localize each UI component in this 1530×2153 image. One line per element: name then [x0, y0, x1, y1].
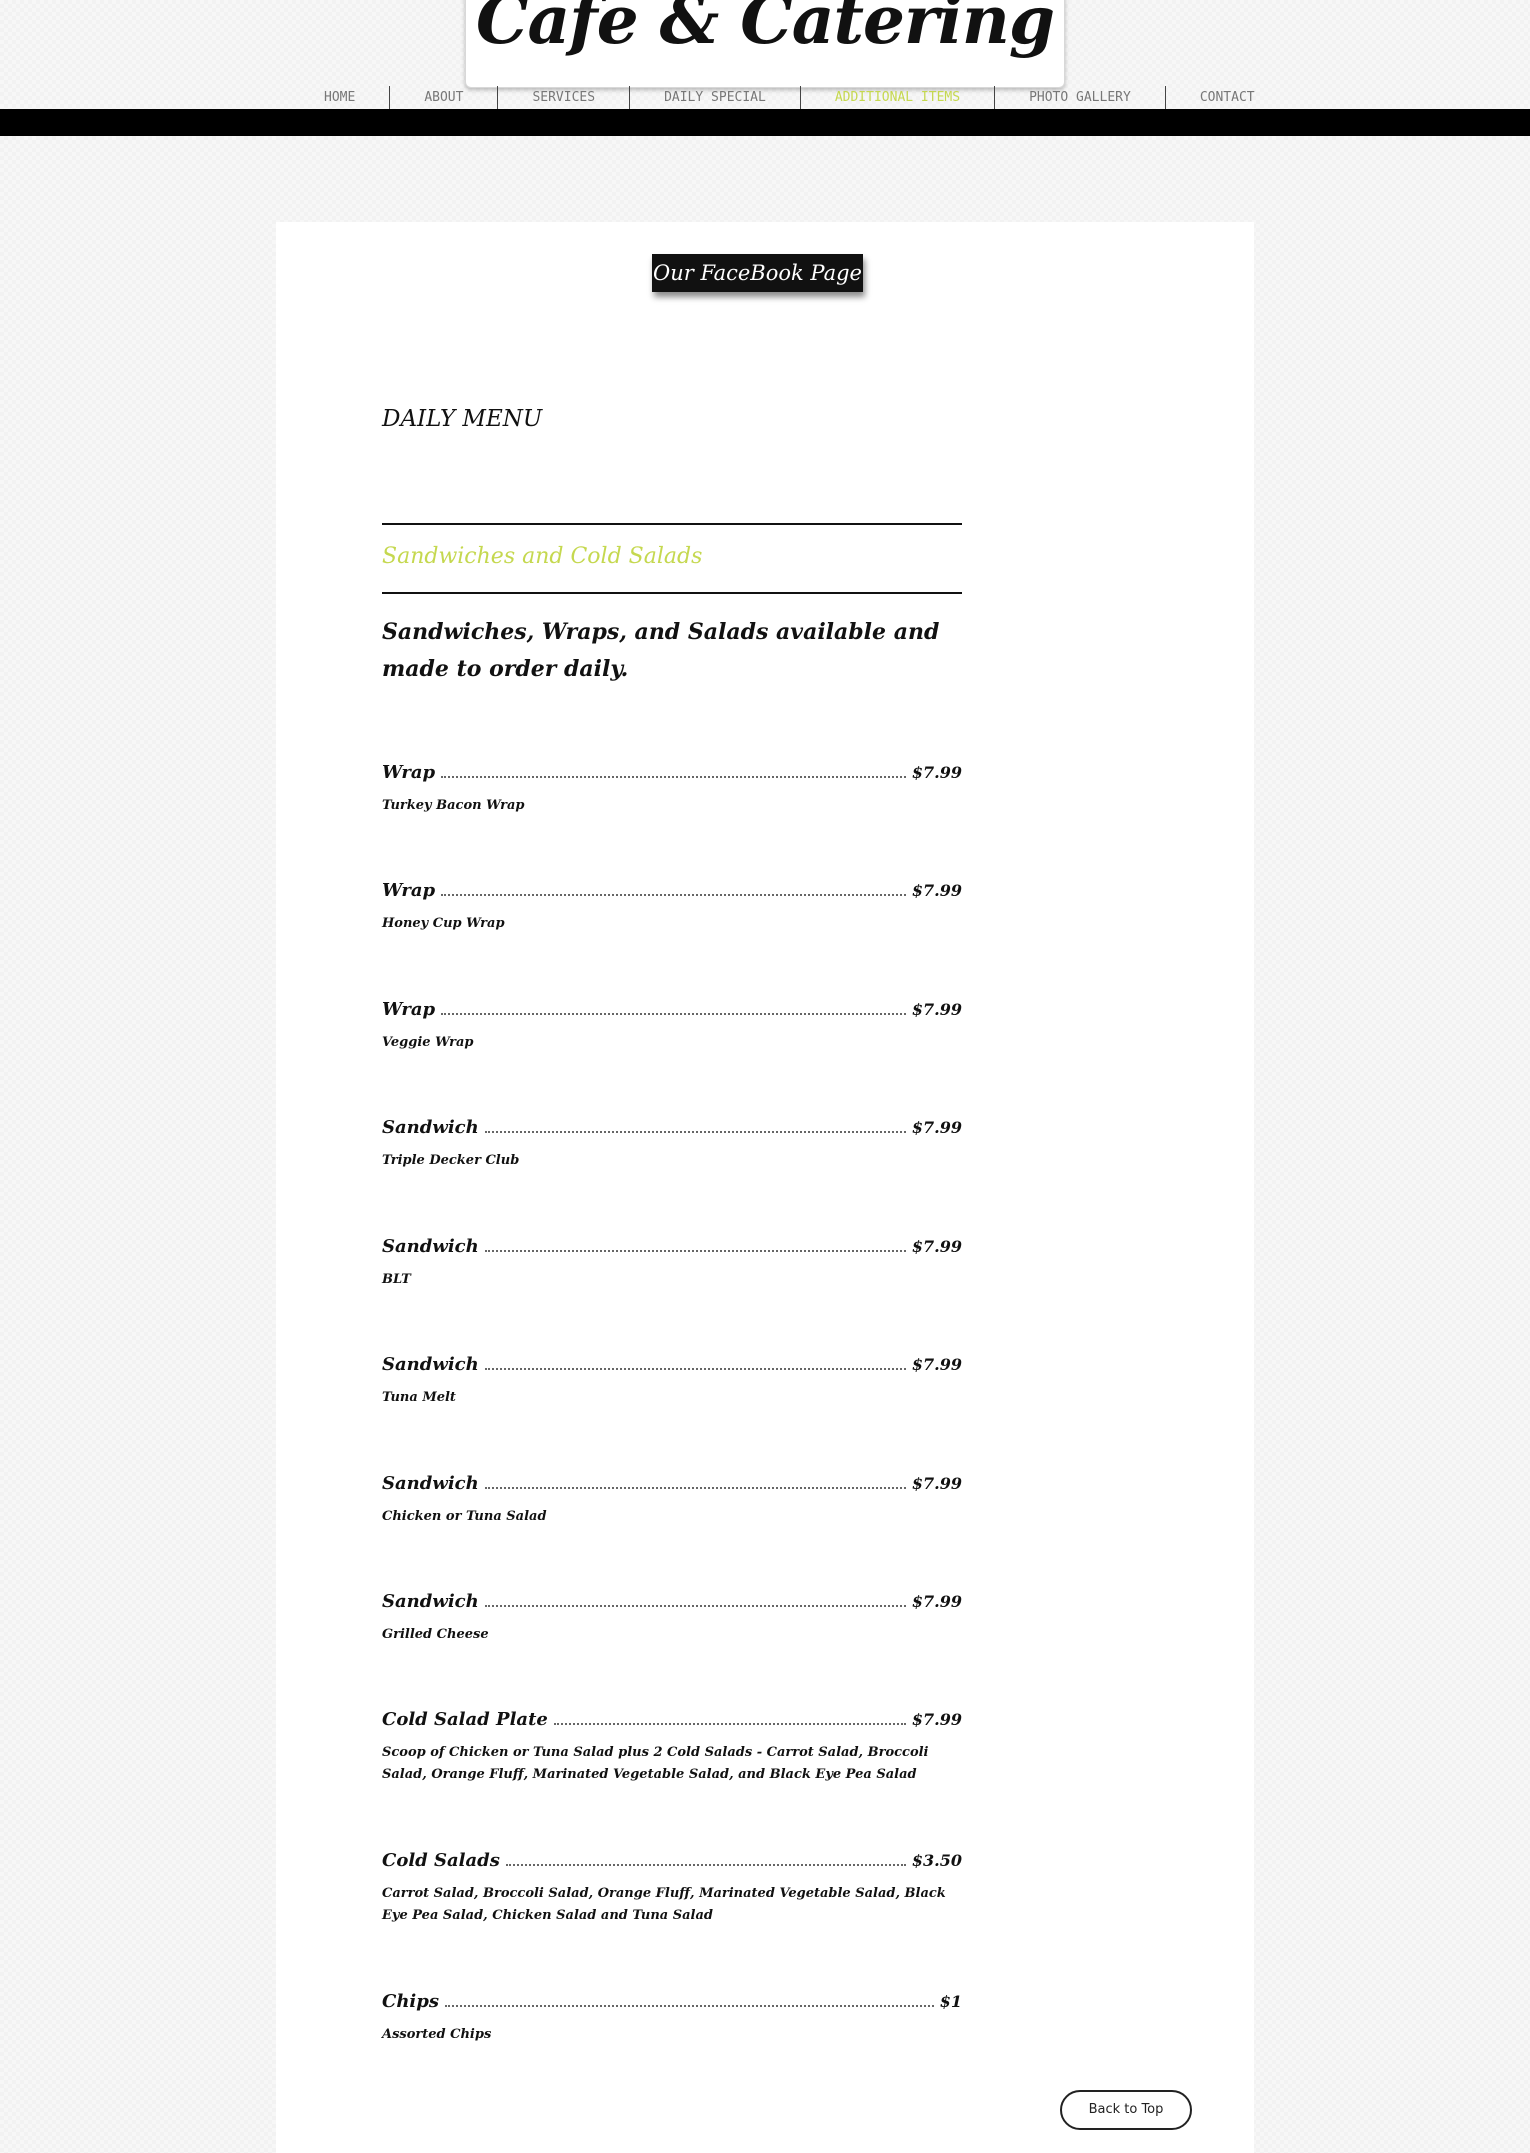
section-divider-top — [382, 523, 962, 525]
menu-item: Cold Salad Plate $7.99 Scoop of Chicken … — [382, 1709, 962, 1786]
menu-item-description: Veggie Wrap — [382, 1035, 474, 1050]
menu-intro: Sandwiches, Wraps, and Salads available … — [382, 619, 940, 682]
menu-item-name: Wrap — [382, 880, 436, 901]
menu-item-name: Wrap — [382, 762, 436, 783]
leader-dots — [484, 1250, 906, 1252]
content-panel: Our FaceBook Page DAILY MENU Sandwiches … — [276, 222, 1254, 2153]
nav-item-additional-items[interactable]: ADDITIONAL ITEMS — [801, 86, 996, 110]
menu-item-price: $7.99 — [911, 763, 962, 782]
menu-item-description: BLT — [382, 1272, 411, 1287]
nav-item-about[interactable]: ABOUT — [390, 86, 499, 110]
leader-dots — [441, 776, 906, 778]
menu-item: Sandwich $7.99 Grilled Cheese — [382, 1591, 962, 1646]
menu-item-name: Cold Salad Plate — [382, 1709, 548, 1730]
menu-item: Chips $1 Assorted Chips — [382, 1991, 962, 2046]
menu-item-name: Chips — [382, 1991, 439, 2012]
menu-item: Wrap $7.99 Veggie Wrap — [382, 999, 962, 1054]
leader-dots — [505, 1864, 906, 1866]
menu-item-price: $7.99 — [911, 1000, 962, 1019]
menu-item-description: Chicken or Tuna Salad — [382, 1509, 547, 1524]
nav-item-services[interactable]: SERVICES — [498, 86, 631, 110]
menu-item: Sandwich $7.99 BLT — [382, 1236, 962, 1291]
leader-dots — [441, 894, 906, 896]
menu-item: Cold Salads $3.50 Carrot Salad, Broccoli… — [382, 1850, 962, 1927]
menu-item-name: Sandwich — [382, 1117, 479, 1138]
menu-item-description: Grilled Cheese — [382, 1627, 489, 1642]
menu-item-name: Sandwich — [382, 1236, 479, 1257]
leader-dots — [444, 2005, 934, 2007]
nav-item-home[interactable]: HOME — [290, 86, 391, 110]
nav-item-daily-special[interactable]: DAILY SPECIAL — [630, 86, 801, 110]
menu-item-price: $3.50 — [911, 1851, 962, 1870]
nav-item-contact[interactable]: CONTACT — [1166, 86, 1289, 110]
menu-item-name: Wrap — [382, 999, 436, 1020]
menu-item: Sandwich $7.99 Chicken or Tuna Salad — [382, 1473, 962, 1528]
menu-item-description: Scoop of Chicken or Tuna Salad plus 2 Co… — [382, 1745, 929, 1782]
menu-item-name: Cold Salads — [382, 1850, 500, 1871]
menu-item: Sandwich $7.99 Triple Decker Club — [382, 1117, 962, 1172]
menu-item-name: Sandwich — [382, 1354, 479, 1375]
menu-item: Wrap $7.99 Turkey Bacon Wrap — [382, 762, 962, 817]
menu-item-price: $7.99 — [911, 1118, 962, 1137]
menu-item-description: Assorted Chips — [382, 2027, 492, 2042]
menu-item-description: Triple Decker Club — [382, 1153, 520, 1168]
menu-item-description: Honey Cup Wrap — [382, 916, 505, 931]
leader-dots — [553, 1723, 906, 1725]
back-to-top-button[interactable]: Back to Top — [1060, 2090, 1192, 2130]
menu-item-price: $7.99 — [911, 1355, 962, 1374]
section-title: Sandwiches and Cold Salads — [382, 544, 703, 569]
leader-dots — [484, 1487, 906, 1489]
menu-item-description: Tuna Melt — [382, 1390, 456, 1405]
nav-item-photo-gallery[interactable]: PHOTO GALLERY — [995, 86, 1166, 110]
menu-item-price: $7.99 — [911, 1710, 962, 1729]
menu-item-price: $7.99 — [911, 1592, 962, 1611]
header-bar — [0, 109, 1530, 136]
menu-item-name: Sandwich — [382, 1591, 479, 1612]
logo-box[interactable]: Cafe & Catering — [465, 0, 1065, 88]
menu-item-price: $7.99 — [911, 1237, 962, 1256]
menu-item-price: $7.99 — [911, 881, 962, 900]
main-nav: HOME ABOUT SERVICES DAILY SPECIAL ADDITI… — [290, 86, 1289, 110]
menu-item-price: $1 — [939, 1992, 962, 2011]
section-divider-bottom — [382, 592, 962, 594]
menu-item-description: Turkey Bacon Wrap — [382, 798, 525, 813]
menu-item-price: $7.99 — [911, 1474, 962, 1493]
logo: Cafe & Catering — [476, 0, 1055, 59]
facebook-page-button[interactable]: Our FaceBook Page — [652, 254, 863, 292]
menu-item: Sandwich $7.99 Tuna Melt — [382, 1354, 962, 1409]
leader-dots — [484, 1605, 906, 1607]
leader-dots — [484, 1131, 906, 1133]
daily-menu-title: DAILY MENU — [382, 406, 543, 432]
leader-dots — [484, 1368, 906, 1370]
menu-item: Wrap $7.99 Honey Cup Wrap — [382, 880, 962, 935]
menu-item-description: Carrot Salad, Broccoli Salad, Orange Flu… — [382, 1886, 946, 1923]
leader-dots — [441, 1013, 906, 1015]
menu-item-name: Sandwich — [382, 1473, 479, 1494]
